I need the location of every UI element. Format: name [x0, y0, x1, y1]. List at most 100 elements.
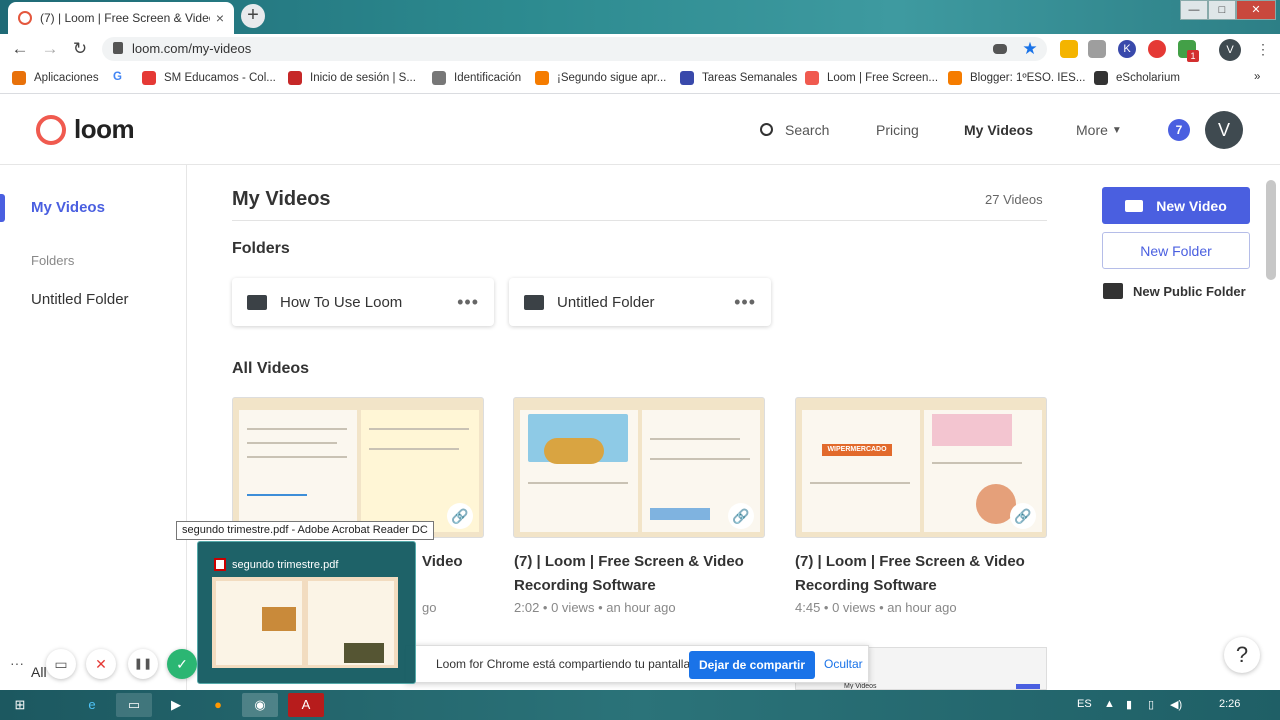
folder-card[interactable]: Untitled Folder ••• [509, 278, 771, 326]
tab-close-icon[interactable]: × [216, 10, 224, 26]
sidebar-item-untitled-folder[interactable]: Untitled Folder [31, 291, 129, 308]
address-bar[interactable]: loom.com/my-videos [102, 37, 1047, 61]
bookmark-label: Aplicaciones [34, 72, 99, 84]
recorder-cancel-icon[interactable]: ✕ [86, 649, 116, 679]
extension-thumb-icon[interactable] [1060, 40, 1078, 58]
video-views: 0 views [551, 600, 595, 615]
bookmark-item[interactable]: Inicio de sesión | S... [288, 71, 416, 85]
public-folder-icon [1103, 283, 1123, 299]
recorder-camera-icon[interactable]: ▭ [46, 649, 76, 679]
bookmark-label: Tareas Semanales [702, 72, 798, 84]
help-button[interactable]: ? [1224, 637, 1260, 673]
folder-menu-icon[interactable]: ••• [457, 292, 479, 313]
file-explorer-icon[interactable]: ▭ [116, 693, 152, 717]
bookmark-item[interactable]: eScholarium [1094, 71, 1180, 85]
new-public-folder-button[interactable]: New Public Folder [1103, 283, 1246, 299]
camera-icon[interactable] [993, 44, 1007, 54]
browser-tab-loom[interactable]: (7) | Loom | Free Screen & Video × [8, 2, 234, 34]
caret-down-icon: ▼ [1111, 124, 1122, 136]
more-menu[interactable]: More ▼ [1076, 122, 1122, 138]
tray-expand-icon[interactable]: ▲ [1104, 698, 1115, 710]
bookmark-item[interactable]: Tareas Semanales [680, 71, 797, 85]
bookmarks-overflow-icon[interactable]: » [1254, 71, 1260, 83]
recorder-done-icon[interactable]: ✓ [167, 649, 197, 679]
taskbar-window-preview[interactable]: segundo trimestre.pdf [197, 541, 416, 684]
forward-button[interactable]: → [35, 39, 65, 59]
video-title[interactable]: (7) | Loom | Free Screen & Video Recordi… [514, 550, 744, 598]
clock[interactable]: 2:26 [1219, 698, 1240, 710]
user-avatar[interactable]: V [1205, 111, 1243, 149]
copy-link-icon[interactable]: 🔗 [447, 503, 473, 529]
extension-grid-icon[interactable] [1088, 40, 1106, 58]
video-duration: 2:02 [514, 600, 540, 615]
bookmark-item[interactable]: Identificación [432, 71, 521, 85]
extension-loom-icon[interactable] [1148, 40, 1166, 58]
new-video-button[interactable]: New Video [1102, 187, 1250, 224]
stop-sharing-button[interactable]: Dejar de compartir [689, 651, 815, 679]
folder-menu-icon[interactable]: ••• [734, 292, 756, 313]
video-views: 0 views [832, 600, 876, 615]
start-icon[interactable]: ⊞ [6, 693, 34, 717]
language-indicator[interactable]: ES [1077, 698, 1092, 710]
firefox-icon[interactable]: ● [200, 693, 236, 717]
video-title-fragment[interactable]: Video [422, 550, 463, 574]
acrobat-icon[interactable]: A [288, 693, 324, 717]
preview-title-text: segundo trimestre.pdf [232, 558, 339, 571]
thumbnail-text: My Videos [844, 683, 877, 690]
minimize-button[interactable]: — [1180, 0, 1208, 20]
video-thumbnail[interactable]: 🔗 [513, 397, 765, 538]
sm-login-icon [288, 71, 302, 85]
sidebar: My Videos Folders Untitled Folder All [0, 165, 187, 690]
chrome-icon[interactable]: ◉ [242, 693, 278, 717]
pricing-link[interactable]: Pricing [876, 122, 919, 138]
bookmark-star-icon[interactable]: ★ [1021, 40, 1039, 58]
back-button[interactable]: ← [5, 39, 35, 59]
loom-logo-icon [36, 114, 66, 145]
maximize-button[interactable]: □ [1208, 0, 1236, 20]
video-title-line: Recording Software [514, 577, 656, 594]
new-tab-button[interactable]: + [241, 4, 265, 28]
video-thumbnail[interactable]: WIPERMERCADO 🔗 [795, 397, 1047, 538]
bookmark-item[interactable]: SM Educamos - Col... [142, 71, 276, 85]
recorder-pause-icon[interactable]: ❚❚ [128, 649, 158, 679]
reload-button[interactable]: ↻ [65, 39, 95, 59]
media-player-icon[interactable]: ▶ [158, 693, 194, 717]
sidebar-item-my-videos[interactable]: My Videos [31, 199, 105, 216]
my-videos-link[interactable]: My Videos [964, 122, 1033, 138]
bookmark-label: eScholarium [1116, 72, 1180, 84]
bookmark-item[interactable]: Aplicaciones [12, 71, 99, 85]
scrollbar-thumb[interactable] [1266, 180, 1276, 280]
copy-link-icon[interactable]: 🔗 [728, 503, 754, 529]
folder-card[interactable]: How To Use Loom ••• [232, 278, 494, 326]
recorder-more-icon[interactable]: ··· [10, 655, 24, 671]
new-video-label: New Video [1156, 197, 1227, 214]
video-thumbnail[interactable]: 🔗 [232, 397, 484, 538]
close-window-button[interactable]: ✕ [1236, 0, 1276, 20]
bookmark-label: Loom | Free Screen... [827, 72, 939, 84]
browser-menu-icon[interactable]: ⋮ [1254, 40, 1272, 58]
loom-logo[interactable]: loom [36, 114, 135, 145]
share-message: Loom for Chrome está compartiendo tu pan… [436, 657, 694, 671]
bookmark-item[interactable]: Loom | Free Screen... [805, 71, 938, 85]
volume-icon[interactable]: ◀) [1170, 698, 1182, 711]
profile-avatar[interactable]: V [1219, 39, 1241, 61]
video-meta: 4:45 • 0 views • an hour ago [795, 600, 957, 615]
notifications-badge[interactable]: 7 [1168, 119, 1190, 141]
search-nav[interactable]: Search [760, 122, 829, 138]
bookmark-item[interactable]: G [113, 71, 122, 83]
bookmark-label: Identificación [454, 72, 522, 84]
new-folder-button[interactable]: New Folder [1102, 232, 1250, 269]
thumbnail-sign-text: WIPERMERCADO [822, 444, 892, 456]
apps-icon [12, 71, 26, 85]
sidebar-item-all[interactable]: All [31, 664, 47, 680]
copy-link-icon[interactable]: 🔗 [1010, 503, 1036, 529]
network-icon[interactable]: ▮ [1126, 698, 1132, 711]
video-title[interactable]: (7) | Loom | Free Screen & Video Recordi… [795, 550, 1025, 598]
extension-k-icon[interactable]: K [1118, 40, 1136, 58]
tasks-icon [680, 71, 694, 85]
hide-share-bar-link[interactable]: Ocultar [824, 657, 863, 671]
ie-icon[interactable]: e [74, 693, 110, 717]
battery-icon[interactable]: ▯ [1148, 698, 1154, 711]
bookmark-item[interactable]: ¡Segundo sigue apr... [535, 71, 666, 85]
bookmark-item[interactable]: Blogger: 1ºESO. IES... [948, 71, 1085, 85]
